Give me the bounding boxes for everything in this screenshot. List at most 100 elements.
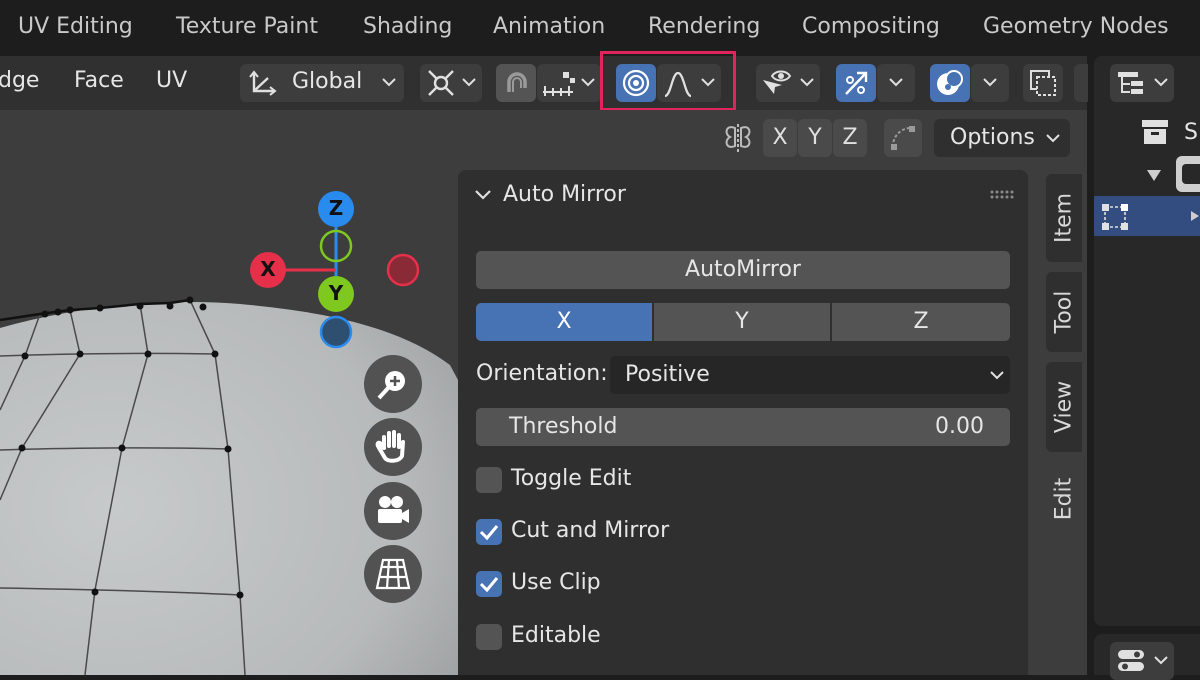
chevron-down-icon (462, 78, 476, 87)
hand-icon (375, 430, 405, 463)
tab-shading[interactable]: Shading (363, 14, 452, 39)
automirror-button[interactable]: AutoMirror (476, 251, 1010, 289)
gizmo-toggle-button[interactable] (836, 64, 876, 102)
overlays-toggle-button[interactable] (930, 64, 970, 102)
mirror-y-button[interactable]: Y (798, 119, 832, 157)
transform-orientation-value: Global (292, 69, 363, 94)
scene-collection-label: S (1184, 120, 1198, 145)
axis-y-button[interactable]: Y (654, 303, 830, 341)
magnet-icon (507, 72, 527, 92)
mirror-topology-button[interactable] (884, 119, 922, 157)
tab-animation[interactable]: Animation (493, 14, 605, 39)
gizmo-dropdown[interactable] (877, 64, 915, 102)
orientation-label: Orientation: (476, 361, 608, 386)
axis-x-button[interactable]: X (476, 303, 652, 341)
workspace-tab-bar: UV Editing Texture Paint Shading Animati… (0, 0, 1200, 54)
chevron-down-icon (581, 78, 595, 87)
mirror-x-button[interactable]: X (763, 119, 797, 157)
orientation-dropdown[interactable]: Positive (610, 356, 1010, 394)
gizmo-z-axis[interactable]: Z (318, 191, 354, 227)
editable-label: Editable (511, 623, 601, 648)
check-icon (479, 525, 499, 541)
expand-arrow-icon[interactable] (1146, 168, 1162, 182)
snap-increment-icon (543, 72, 575, 96)
pan-button[interactable] (364, 418, 422, 476)
camera-icon (378, 496, 409, 523)
transform-orientation-dropdown[interactable]: Global (240, 64, 404, 102)
viewport-header: dge Face UV Global (0, 51, 1088, 111)
transform-axes-icon (249, 70, 277, 96)
menu-uv[interactable]: UV (156, 68, 187, 93)
tab-compositing[interactable]: Compositing (802, 14, 940, 39)
properties-editor-type-dropdown[interactable] (1110, 642, 1174, 680)
outliner-panel: S (1094, 56, 1200, 626)
sidebar-tab-view[interactable]: View (1046, 362, 1082, 452)
snap-toggle-button[interactable] (496, 64, 536, 102)
xray-icon (1030, 70, 1056, 96)
chevron-down-icon (1154, 78, 1168, 87)
panel-title: Auto Mirror (503, 182, 626, 207)
butterfly-mirror-icon (725, 124, 751, 152)
highlight-box (600, 51, 736, 111)
menu-face[interactable]: Face (74, 68, 124, 93)
axis-z-button[interactable]: Z (832, 303, 1010, 341)
auto-mirror-panel: Auto Mirror AutoMirror X Y Z Orientation… (458, 170, 1028, 675)
overlays-dropdown[interactable] (971, 64, 1009, 102)
properties-toggle-icon (1118, 650, 1144, 671)
shading-button-partial[interactable] (1074, 64, 1088, 102)
pivot-point-dropdown[interactable] (420, 64, 482, 102)
use-clip-checkbox[interactable] (476, 571, 502, 597)
collapse-chevron-icon[interactable] (474, 188, 492, 202)
sidebar-tab-tool[interactable]: Tool (1046, 272, 1082, 352)
camera-view-button[interactable] (364, 482, 422, 540)
chevron-down-icon (990, 371, 1004, 380)
tab-rendering[interactable]: Rendering (648, 14, 760, 39)
gizmo-x-axis[interactable]: X (250, 252, 286, 288)
threshold-field[interactable]: Threshold 0.00 (476, 408, 1010, 446)
topology-icon (891, 126, 915, 150)
scene-collection-icon (1142, 120, 1168, 144)
zoom-button[interactable] (364, 355, 422, 413)
editable-checkbox[interactable] (476, 624, 502, 650)
eye-cursor-icon (763, 70, 792, 94)
chevron-down-icon (382, 78, 396, 87)
collection-icon (1176, 156, 1200, 192)
xray-toggle-button[interactable] (1023, 64, 1063, 102)
menu-edge[interactable]: dge (0, 68, 39, 93)
toggle-edit-checkbox[interactable] (476, 467, 502, 493)
properties-panel (1094, 634, 1200, 680)
grid-icon (375, 558, 411, 590)
tab-uv-editing[interactable]: UV Editing (18, 14, 133, 39)
outliner-row-selected[interactable] (1094, 196, 1200, 236)
chevron-down-icon (800, 78, 814, 87)
pivot-point-icon (428, 70, 454, 96)
mesh-object-icon (1102, 204, 1128, 230)
overlays-icon (937, 70, 963, 95)
cut-and-mirror-label: Cut and Mirror (511, 518, 670, 543)
tab-geometry-nodes[interactable]: Geometry Nodes (983, 14, 1169, 39)
expand-arrow-icon[interactable] (1190, 210, 1200, 222)
tab-texture-paint[interactable]: Texture Paint (176, 14, 318, 39)
gizmo-icon (845, 71, 868, 95)
chevron-down-icon (1046, 134, 1060, 143)
mirror-z-button[interactable]: Z (833, 119, 867, 157)
outliner-display-mode-dropdown[interactable] (1110, 64, 1174, 102)
options-dropdown[interactable]: Options (934, 119, 1070, 157)
toggle-edit-label: Toggle Edit (511, 466, 632, 491)
threshold-value: 0.00 (935, 414, 984, 439)
chevron-down-icon (889, 78, 903, 87)
selectability-visibility-dropdown[interactable] (756, 64, 820, 102)
sidebar-tab-edit[interactable]: Edit (1046, 460, 1082, 538)
cut-and-mirror-checkbox[interactable] (476, 519, 502, 545)
gizmo-y-axis[interactable]: Y (318, 276, 354, 312)
sidebar-tab-item[interactable]: Item (1046, 174, 1082, 262)
use-clip-label: Use Clip (511, 570, 601, 595)
snap-target-dropdown[interactable] (537, 64, 601, 102)
outliner-tree-icon (1118, 72, 1143, 94)
perspective-toggle-button[interactable] (364, 545, 422, 603)
threshold-label: Threshold (509, 414, 618, 439)
check-icon (479, 577, 499, 593)
drag-handle-icon[interactable] (990, 190, 1014, 200)
chevron-down-icon (983, 78, 997, 87)
chevron-down-icon (1154, 656, 1168, 665)
